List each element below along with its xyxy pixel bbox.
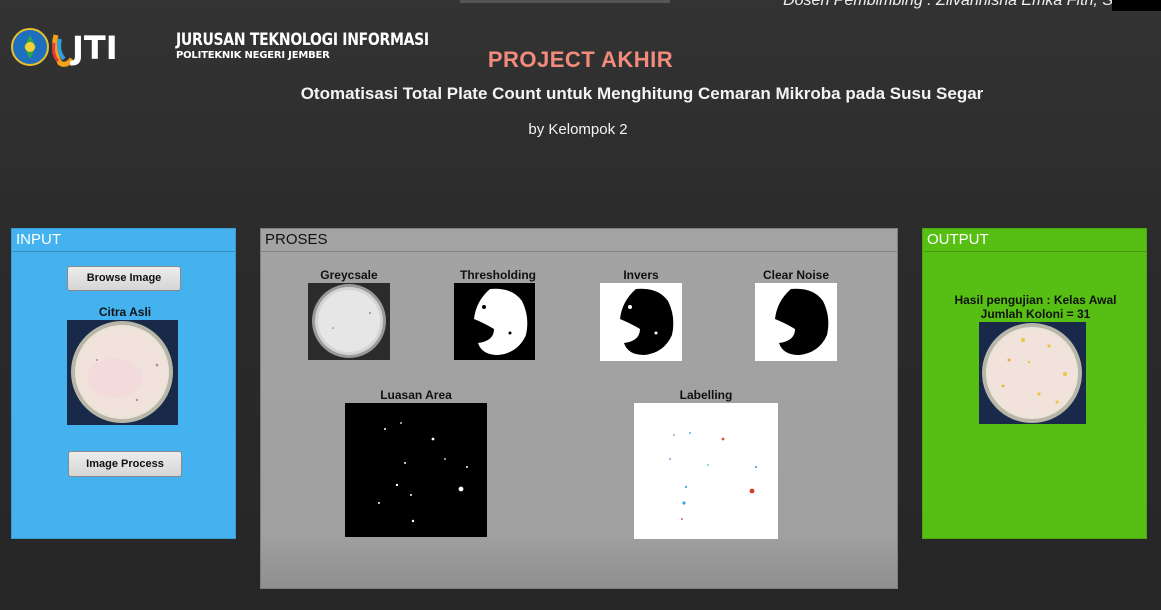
image-process-button[interactable]: Image Process — [68, 451, 182, 477]
output-panel: OUTPUT Hasil pengujian : Kelas Awal Juml… — [922, 228, 1147, 539]
labelling-label: Labelling — [679, 388, 733, 402]
invers-image — [600, 283, 682, 361]
input-panel: INPUT Browse Image Citra Asli Image Proc… — [11, 228, 236, 539]
luasan-area-label: Luasan Area — [380, 388, 452, 402]
proses-panel-title: PROSES — [261, 229, 897, 252]
luasan-area-image — [345, 403, 487, 537]
byline: by Kelompok 2 — [528, 121, 628, 138]
greyscale-image — [308, 283, 390, 360]
thresholding-image — [454, 283, 535, 360]
output-panel-title: OUTPUT — [923, 229, 1146, 252]
supervisor-marquee: Dosen Pembimbing : Zilvanhisna Emka Fitr… — [783, 0, 1113, 9]
colony-count-text: Jumlah Koloni = 31 — [980, 307, 1091, 321]
labelling-image — [634, 403, 778, 539]
result-class-text: Hasil pengujian : Kelas Awal — [954, 293, 1117, 307]
top-bar — [460, 0, 670, 3]
original-image-label: Citra Asli — [98, 305, 152, 319]
input-panel-title: INPUT — [12, 229, 235, 252]
page-subtitle: Otomatisasi Total Plate Count untuk Meng… — [300, 84, 984, 103]
clear-noise-image — [755, 283, 837, 361]
logo-line-1: JURUSAN TEKNOLOGI INFORMASI — [176, 30, 429, 50]
output-image — [979, 322, 1086, 424]
proses-panel: PROSES Greycsale Thresholding Invers Cle… — [260, 228, 898, 589]
corner-block — [1112, 0, 1161, 11]
original-image — [67, 320, 178, 425]
greyscale-label: Greycsale — [320, 268, 378, 282]
clear-noise-label: Clear Noise — [762, 268, 830, 282]
invers-label: Invers — [623, 268, 659, 282]
page-title: PROJECT AKHIR — [487, 47, 674, 72]
thresholding-label: Thresholding — [460, 268, 536, 282]
browse-image-button[interactable]: Browse Image — [67, 266, 181, 291]
